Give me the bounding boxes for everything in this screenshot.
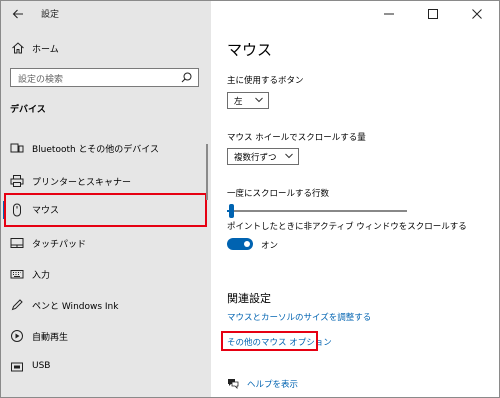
chevron-down-icon [255, 97, 263, 103]
back-button[interactable] [5, 1, 31, 27]
sidebar-item-typing[interactable]: 入力 [1, 257, 207, 291]
toggle-state-label: オン [261, 241, 279, 251]
window-controls [367, 1, 499, 27]
lines-to-scroll-label: 一度にスクロールする行数 [227, 189, 330, 199]
sidebar-item-label: ペンと Windows Ink [32, 302, 119, 312]
sidebar-scrollbar[interactable] [206, 144, 208, 200]
sidebar-item-label: USB [32, 361, 51, 371]
sidebar-item-home[interactable]: ホーム [1, 37, 211, 61]
cursor-size-link[interactable]: マウスとカーソルのサイズを調整する [227, 311, 371, 323]
sidebar-item-label: 入力 [32, 271, 51, 281]
keyboard-icon [10, 267, 24, 281]
usb-icon [10, 360, 24, 374]
help-link[interactable]: ヘルプを表示 [247, 378, 298, 390]
help-icon [228, 379, 239, 389]
close-button[interactable] [455, 1, 499, 27]
slider-track [227, 210, 407, 212]
sidebar-item-label: Bluetooth とその他のデバイス [32, 145, 160, 155]
highlight-box [4, 193, 207, 227]
sidebar-item-label: プリンターとスキャナー [32, 178, 132, 188]
sidebar-item-autoplay[interactable]: 自動再生 [1, 319, 207, 353]
close-icon [472, 9, 482, 19]
back-arrow-icon [12, 9, 23, 19]
sidebar: 設定 ホーム 設定の検索 デバイス Bluetooth とその他のデバイス プリ… [1, 1, 211, 397]
printer-icon [10, 174, 24, 188]
search-icon[interactable] [181, 72, 192, 83]
inactive-scroll-toggle[interactable] [227, 238, 253, 250]
app-title: 設定 [41, 10, 60, 20]
inactive-scroll-label: ポイントしたときに非アクティブ ウィンドウをスクロールする [227, 222, 467, 232]
sidebar-item-label: ホーム [32, 45, 59, 55]
autoplay-icon [10, 329, 24, 343]
chevron-down-icon [285, 153, 293, 159]
sidebar-item-label: 自動再生 [32, 333, 69, 343]
settings-window: 設定 ホーム 設定の検索 デバイス Bluetooth とその他のデバイス プリ… [0, 0, 500, 398]
search-placeholder: 設定の検索 [18, 75, 64, 85]
pen-icon [10, 298, 24, 312]
primary-button-label: 主に使用するボタン [227, 76, 304, 86]
maximize-button[interactable] [411, 1, 455, 27]
section-title: デバイス [10, 105, 46, 115]
wheel-scroll-dropdown[interactable]: 複数行ずつ [227, 148, 299, 165]
page-title: マウス [227, 41, 273, 59]
minimize-button[interactable] [367, 1, 411, 27]
search-input[interactable]: 設定の検索 [10, 68, 199, 87]
sidebar-item-pen[interactable]: ペンと Windows Ink [1, 288, 207, 322]
toggle-knob [244, 241, 250, 247]
title-bar: 設定 [1, 1, 211, 27]
primary-button-dropdown[interactable]: 左 [227, 92, 269, 109]
dropdown-value: 複数行ずつ [234, 153, 277, 163]
sidebar-item-bluetooth[interactable]: Bluetooth とその他のデバイス [1, 131, 207, 165]
wheel-scroll-label: マウス ホイールでスクロールする量 [227, 133, 366, 143]
sidebar-item-touchpad[interactable]: タッチパッド [1, 226, 207, 260]
dropdown-value: 左 [234, 97, 243, 107]
touchpad-icon [10, 236, 24, 250]
slider-thumb[interactable] [229, 204, 234, 218]
related-settings-title: 関連設定 [227, 292, 271, 305]
bluetooth-devices-icon [10, 141, 24, 155]
minimize-icon [384, 13, 394, 15]
main-content: マウス 主に使用するボタン 左 マウス ホイールでスクロールする量 複数行ずつ … [211, 1, 499, 397]
highlight-box [221, 331, 318, 351]
lines-to-scroll-slider[interactable] [227, 204, 407, 218]
maximize-icon [428, 9, 438, 19]
sidebar-item-usb[interactable]: USB [1, 350, 207, 384]
sidebar-item-label: タッチパッド [32, 240, 87, 250]
home-icon [12, 42, 24, 54]
